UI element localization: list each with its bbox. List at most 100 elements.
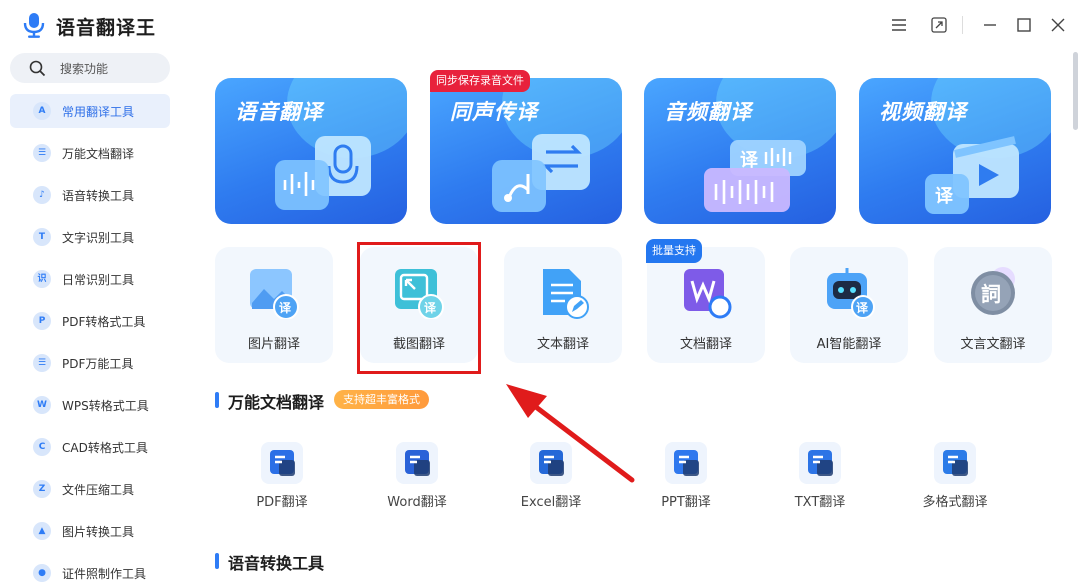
file-format-icon bbox=[934, 442, 976, 484]
batch-support-badge: 批量支持 bbox=[646, 239, 702, 263]
doc-tool-item[interactable]: PPT翻译 bbox=[636, 442, 736, 512]
card-voice-translate[interactable]: 语音翻译 bbox=[215, 78, 407, 224]
sidebar-item-icon: W bbox=[33, 396, 51, 414]
card-title: 同声传译 bbox=[450, 100, 538, 124]
file-format-icon bbox=[799, 442, 841, 484]
sidebar-item-icon: Z bbox=[33, 480, 51, 498]
doc-tool-item[interactable]: Excel翻译 bbox=[501, 442, 601, 512]
file-format-icon bbox=[665, 442, 707, 484]
sidebar-item-icon: ☰ bbox=[33, 144, 51, 162]
video-clapper-icon: 译 bbox=[925, 136, 1019, 214]
card-image-translate[interactable]: 译 图片翻译 bbox=[215, 247, 333, 363]
translate-glyph: 译 bbox=[279, 301, 292, 315]
file-format-glyph bbox=[405, 450, 430, 476]
file-format-glyph bbox=[539, 450, 564, 476]
card-label: 文本翻译 bbox=[536, 337, 589, 352]
minimize-icon[interactable] bbox=[979, 14, 1001, 36]
app-window: 语音翻译王 搜索功能 A 常用翻译工具 ☰ 万能文档翻译 ♪ 语音转换工具 T 文字识别工具 bbox=[0, 0, 1080, 582]
card-label: 图片翻译 bbox=[247, 337, 300, 352]
sidebar: 搜索功能 A 常用翻译工具 ☰ 万能文档翻译 ♪ 语音转换工具 T 文字识别工具识日常识别工具… bbox=[0, 50, 180, 582]
card-label: 文档翻译 bbox=[679, 337, 732, 352]
section-title-voice: 语音转换工具 bbox=[228, 554, 325, 573]
sidebar-item-label: 证件照制作工具 bbox=[62, 567, 147, 581]
sidebar-item[interactable]: C CAD转格式工具 bbox=[10, 430, 170, 464]
rich-format-tag: 支持超丰富格式 bbox=[334, 390, 429, 409]
search-input[interactable]: 搜索功能 bbox=[10, 53, 170, 83]
sidebar-item-label: PDF万能工具 bbox=[62, 357, 134, 371]
sidebar-item-label: 语音转换工具 bbox=[62, 189, 135, 203]
sidebar-item[interactable]: W WPS转格式工具 bbox=[10, 388, 170, 422]
file-format-glyph bbox=[674, 450, 699, 476]
doc-tool-label: Word翻译 bbox=[387, 495, 447, 510]
sidebar-item-icon: A bbox=[33, 102, 51, 120]
maximize-icon[interactable] bbox=[1013, 14, 1035, 36]
card-audio-translate[interactable]: 音频翻译 译 bbox=[644, 78, 836, 224]
app-title: 语音翻译王 bbox=[56, 17, 157, 39]
sidebar-item-icon: ▲ bbox=[33, 522, 51, 540]
card-text-translate[interactable]: 文本翻译 bbox=[504, 247, 622, 363]
translate-glyph: 译 bbox=[740, 150, 759, 171]
highlight-box bbox=[357, 242, 481, 374]
doc-tool-label: PDF翻译 bbox=[256, 495, 308, 510]
close-icon[interactable] bbox=[1047, 14, 1069, 36]
doc-tool-item[interactable]: 多格式翻译 bbox=[905, 442, 1005, 512]
translate-glyph: 译 bbox=[935, 186, 954, 207]
sidebar-item[interactable]: T 文字识别工具 bbox=[10, 220, 170, 254]
doc-tool-label: Excel翻译 bbox=[520, 495, 582, 510]
card-ai-translate[interactable]: 译 AI智能翻译 bbox=[790, 247, 908, 363]
classical-chinese-icon: 詞 bbox=[971, 267, 1015, 315]
sidebar-item[interactable]: ♪ 语音转换工具 bbox=[10, 178, 170, 212]
sidebar-item-icon: P bbox=[33, 312, 51, 330]
sidebar-item[interactable]: ● 证件照制作工具 bbox=[10, 556, 170, 582]
sidebar-item[interactable]: 识日常识别工具 bbox=[10, 262, 170, 296]
file-format-glyph bbox=[808, 450, 833, 476]
sidebar-item[interactable]: ☰ PDF万能工具 bbox=[10, 346, 170, 380]
card-classical-chinese-translate[interactable]: 詞 文言文翻译 bbox=[934, 247, 1052, 363]
sidebar-item-label: WPS转格式工具 bbox=[62, 399, 149, 413]
classic-glyph: 詞 bbox=[981, 282, 1001, 306]
swap-audio-icon bbox=[492, 134, 590, 212]
file-format-glyph bbox=[270, 450, 295, 476]
card-title: 语音翻译 bbox=[235, 100, 323, 124]
card-title: 视频翻译 bbox=[879, 100, 967, 124]
card-document-translate[interactable]: 文档翻译 bbox=[647, 247, 765, 363]
doc-tool-label: TXT翻译 bbox=[794, 495, 846, 510]
file-format-icon bbox=[261, 442, 303, 484]
doc-tool-item[interactable]: TXT翻译 bbox=[770, 442, 870, 512]
microphone-icon bbox=[275, 136, 371, 210]
sidebar-item[interactable]: ▲ 图片转换工具 bbox=[10, 514, 170, 548]
menu-icon[interactable] bbox=[888, 14, 910, 36]
card-video-translate[interactable]: 视频翻译 译 bbox=[859, 78, 1051, 224]
file-format-glyph bbox=[943, 450, 968, 476]
section-title-doc: 万能文档翻译 bbox=[228, 393, 325, 412]
sidebar-item-label: 图片转换工具 bbox=[62, 525, 135, 539]
file-format-icon bbox=[530, 442, 572, 484]
card-simultaneous-interpret[interactable]: 同声传译 bbox=[430, 78, 622, 224]
sidebar-item[interactable]: ☰ 万能文档翻译 bbox=[10, 136, 170, 170]
word-document-icon bbox=[684, 269, 732, 319]
doc-tool-item[interactable]: Word翻译 bbox=[367, 442, 467, 512]
translate-glyph: 译 bbox=[856, 301, 869, 315]
card-label: AI智能翻译 bbox=[816, 337, 882, 352]
scrollbar-thumb[interactable] bbox=[1073, 52, 1078, 130]
mini-mode-icon[interactable] bbox=[928, 14, 950, 36]
sidebar-item-icon: T bbox=[33, 228, 51, 246]
sidebar-item[interactable]: P PDF转格式工具 bbox=[10, 304, 170, 338]
titlebar-divider bbox=[962, 16, 963, 34]
sidebar-item-label: 文件压缩工具 bbox=[62, 483, 135, 497]
sidebar-item-icon: 识 bbox=[33, 270, 51, 288]
text-document-icon bbox=[543, 269, 589, 319]
sidebar-item[interactable]: A 常用翻译工具 bbox=[10, 94, 170, 128]
image-translate-icon: 译 bbox=[250, 269, 299, 319]
sidebar-item-label: 文字识别工具 bbox=[62, 231, 135, 245]
section-marker bbox=[215, 392, 219, 408]
search-icon bbox=[29, 60, 46, 77]
title-bar: 语音翻译王 bbox=[0, 0, 1080, 50]
audio-wave-icon: 译 bbox=[704, 140, 806, 212]
sidebar-item[interactable]: Z 文件压缩工具 bbox=[10, 472, 170, 506]
card-label: 文言文翻译 bbox=[960, 337, 1026, 352]
file-format-icon bbox=[396, 442, 438, 484]
doc-tool-item[interactable]: PDF翻译 bbox=[232, 442, 332, 512]
sidebar-item-icon: ● bbox=[33, 564, 51, 582]
main-content: 语音翻译 同声传译 同步保存录音文件 音频翻译 译 视频翻译 译 译 图片翻译 … bbox=[180, 50, 1070, 582]
